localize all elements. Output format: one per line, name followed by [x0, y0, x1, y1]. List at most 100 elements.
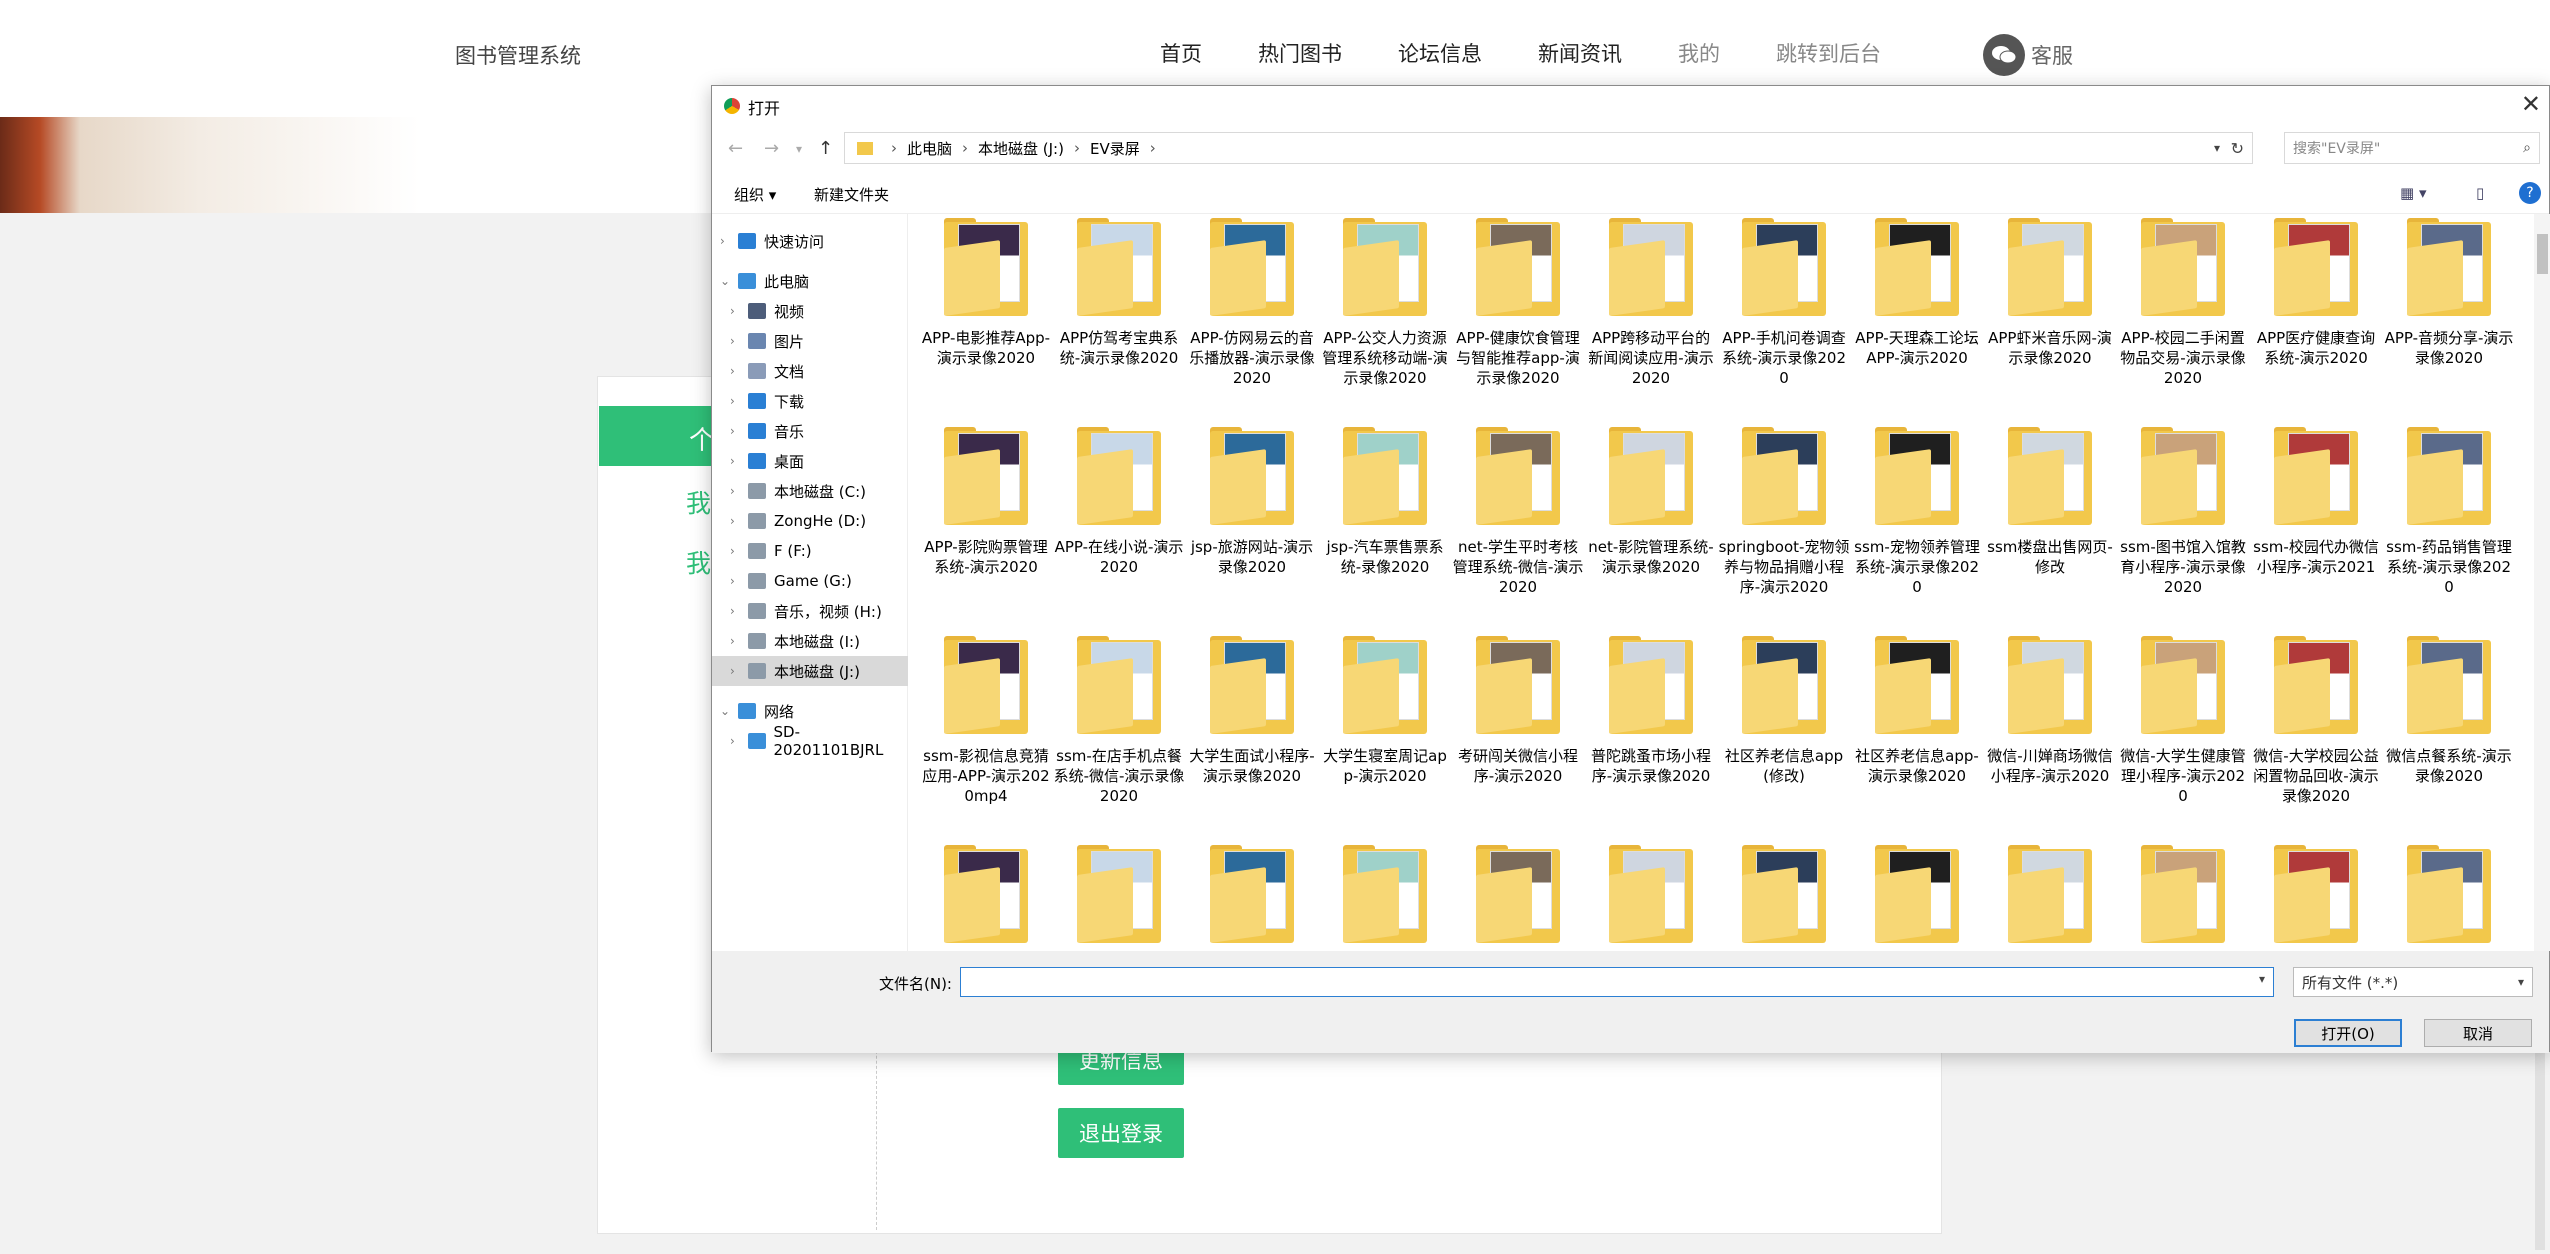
chevron-down-icon[interactable]: ⌄: [720, 704, 738, 718]
file-item[interactable]: 微信-校园交易微: [2250, 845, 2382, 946]
tree-item[interactable]: ⌄ 此电脑: [712, 266, 908, 296]
filetype-select[interactable]: 所有文件 (*.*) ▾: [2293, 967, 2533, 997]
file-item[interactable]: 大学生面试小程序-演示录像2020: [1186, 636, 1318, 836]
chevron-right-icon[interactable]: ›: [730, 734, 748, 748]
service-link[interactable]: 客服: [1983, 34, 2073, 76]
cancel-button[interactable]: 取消: [2424, 1019, 2532, 1047]
file-item[interactable]: 微信-川婵商场微信小程序-演示2020: [1984, 636, 2116, 836]
file-item[interactable]: ssm-影视信息竞猜应用-APP-演示2020mp4: [920, 636, 1052, 836]
tree-item[interactable]: › 下载: [712, 386, 908, 416]
tree-item[interactable]: › 本地磁盘 (I:): [712, 626, 908, 656]
file-item[interactable]: APP-电影推荐App-演示录像2020: [920, 218, 1052, 418]
filename-dropdown-icon[interactable]: ▾: [2259, 972, 2265, 986]
filename-input[interactable]: ▾: [960, 967, 2274, 997]
file-item[interactable]: APP-手机问卷调查系统-演示录像2020: [1718, 218, 1850, 418]
file-item[interactable]: APP仿驾考宝典系统-演示录像2020: [1053, 218, 1185, 418]
chevron-right-icon[interactable]: ›: [730, 364, 748, 378]
chevron-right-icon[interactable]: ›: [730, 604, 748, 618]
file-item[interactable]: APP-公交人力资源管理系统移动端-演示录像2020: [1319, 218, 1451, 418]
chevron-right-icon[interactable]: ›: [730, 484, 748, 498]
file-item[interactable]: APP-在线小说-演示2020: [1053, 427, 1185, 627]
file-item[interactable]: ssm-宠物领养管理系统-演示录像2020: [1851, 427, 1983, 627]
file-item[interactable]: APP-天理森工论坛APP-演示2020: [1851, 218, 1983, 418]
tree-item[interactable]: › 本地磁盘 (J:): [712, 656, 908, 686]
nav-forum[interactable]: 论坛信息: [1398, 38, 1482, 68]
dialog-titlebar[interactable]: 打开 ✕: [712, 86, 2549, 126]
search-input[interactable]: 搜索"EV录屏" ⌕: [2284, 132, 2540, 164]
tree-item[interactable]: ⌄ 网络: [712, 696, 908, 726]
tree-item[interactable]: › 文档: [712, 356, 908, 386]
file-item[interactable]: 考研闯关微信小程序-演示2020: [1452, 636, 1584, 836]
file-item[interactable]: 大学生寝室周记app-演示2020: [1319, 636, 1451, 836]
file-item[interactable]: 微信-图书借阅系: [1984, 845, 2116, 946]
file-item[interactable]: 微信-广西红色革: [920, 845, 1052, 946]
file-item[interactable]: 微信-生鲜售卖系: [1718, 845, 1850, 946]
chevron-down-icon[interactable]: ⌄: [720, 274, 738, 288]
open-button[interactable]: 打开(O): [2294, 1019, 2402, 1047]
file-item[interactable]: 微信-基于微信小: [1053, 845, 1185, 946]
preview-pane-icon[interactable]: ▯: [2476, 184, 2484, 202]
chevron-right-icon[interactable]: ›: [730, 514, 748, 528]
file-item[interactable]: APP-校园二手闲置物品交易-演示录像2020: [2117, 218, 2249, 418]
chevron-right-icon[interactable]: ›: [730, 394, 748, 408]
nav-home[interactable]: 首页: [1160, 38, 1202, 68]
nav-hot-books[interactable]: 热门图书: [1258, 38, 1342, 68]
file-item[interactable]: APP医疗健康查询系统-演示2020: [2250, 218, 2382, 418]
chevron-right-icon[interactable]: ›: [730, 574, 748, 588]
chevron-right-icon[interactable]: ›: [730, 544, 748, 558]
new-folder-button[interactable]: 新建文件夹: [814, 184, 889, 205]
file-item[interactable]: ssm-在店手机点餐系统-微信-演示录像2020: [1053, 636, 1185, 836]
file-item[interactable]: 微信-大学校园公益闲置物品回收-演示录像2020: [2250, 636, 2382, 836]
file-item[interactable]: 微信点餐系统-演示录像2020: [2383, 636, 2515, 836]
file-item[interactable]: 微信-校园请假微: [2383, 845, 2515, 946]
tree-item[interactable]: › SD-20201101BJRL: [712, 723, 908, 759]
help-icon[interactable]: ?: [2519, 182, 2541, 204]
profile-side-link-2[interactable]: 我: [686, 544, 711, 580]
file-item[interactable]: APP虾米音乐网-演示录像2020: [1984, 218, 2116, 418]
scroll-thumb[interactable]: [2537, 234, 2548, 274]
file-item[interactable]: APP跨移动平台的新闻阅读应用-演示2020: [1585, 218, 1717, 418]
file-item[interactable]: APP-仿网易云的音乐播放器-演示录像2020: [1186, 218, 1318, 418]
file-item[interactable]: jsp-汽车票售票系统-录像2020: [1319, 427, 1451, 627]
file-item[interactable]: 微信-流浪猫救助: [1452, 845, 1584, 946]
tree-item[interactable]: › 视频: [712, 296, 908, 326]
organize-button[interactable]: 组织 ▾: [734, 184, 776, 205]
chevron-right-icon[interactable]: ›: [730, 334, 748, 348]
view-mode-icon[interactable]: ▦ ▾: [2400, 184, 2426, 202]
file-item[interactable]: ssm-药品销售管理系统-演示录像2020: [2383, 427, 2515, 627]
forward-arrow-icon[interactable]: →: [764, 138, 779, 159]
tree-item[interactable]: › 快速访问: [712, 226, 908, 256]
chevron-right-icon[interactable]: ›: [720, 234, 738, 248]
file-grid-scrollbar[interactable]: [2534, 214, 2550, 951]
recent-dropdown-icon[interactable]: ▾: [796, 142, 802, 156]
profile-side-link-1[interactable]: 我: [686, 484, 711, 520]
file-item[interactable]: APP-健康饮食管理与智能推荐app-演示录像2020: [1452, 218, 1584, 418]
file-item[interactable]: ssm-图书馆入馆教育小程序-演示录像2020: [2117, 427, 2249, 627]
nav-mine[interactable]: 我的: [1678, 38, 1720, 68]
nav-backend[interactable]: 跳转到后台: [1776, 38, 1881, 68]
file-item[interactable]: APP-影院购票管理系统-演示2020: [920, 427, 1052, 627]
address-bar[interactable]: › 此电脑 › 本地磁盘 (J:) › EV录屏 › ▾ ↻: [844, 132, 2253, 164]
breadcrumb-this-pc[interactable]: 此电脑: [907, 138, 952, 159]
back-arrow-icon[interactable]: ←: [728, 138, 743, 159]
tree-item[interactable]: › 音乐: [712, 416, 908, 446]
file-item[interactable]: jsp-旅游网站-演示录像2020: [1186, 427, 1318, 627]
tree-item[interactable]: › ZongHe (D:): [712, 506, 908, 536]
file-item[interactable]: 微信-家乡旅游宣: [1186, 845, 1318, 946]
tree-item[interactable]: › 图片: [712, 326, 908, 356]
chevron-right-icon[interactable]: ›: [730, 634, 748, 648]
file-item[interactable]: ssm楼盘出售网页-修改: [1984, 427, 2116, 627]
breadcrumb-ev-folder[interactable]: EV录屏: [1090, 138, 1140, 159]
refresh-icon[interactable]: ↻: [2231, 139, 2244, 158]
tree-item[interactable]: › F (F:): [712, 536, 908, 566]
file-item[interactable]: 微信-杨梅冰预约: [1851, 845, 1983, 946]
file-item[interactable]: net-影院管理系统-演示录像2020: [1585, 427, 1717, 627]
close-icon[interactable]: ✕: [2521, 90, 2541, 118]
address-dropdown-icon[interactable]: ▾: [2214, 141, 2220, 155]
chevron-right-icon[interactable]: ›: [730, 424, 748, 438]
nav-news[interactable]: 新闻资讯: [1538, 38, 1622, 68]
file-item[interactable]: net-学生平时考核管理系统-微信-演示2020: [1452, 427, 1584, 627]
file-item[interactable]: 社区养老信息app(修改): [1718, 636, 1850, 836]
chevron-right-icon[interactable]: ›: [730, 664, 748, 678]
breadcrumb-drive-j[interactable]: 本地磁盘 (J:): [978, 138, 1064, 159]
